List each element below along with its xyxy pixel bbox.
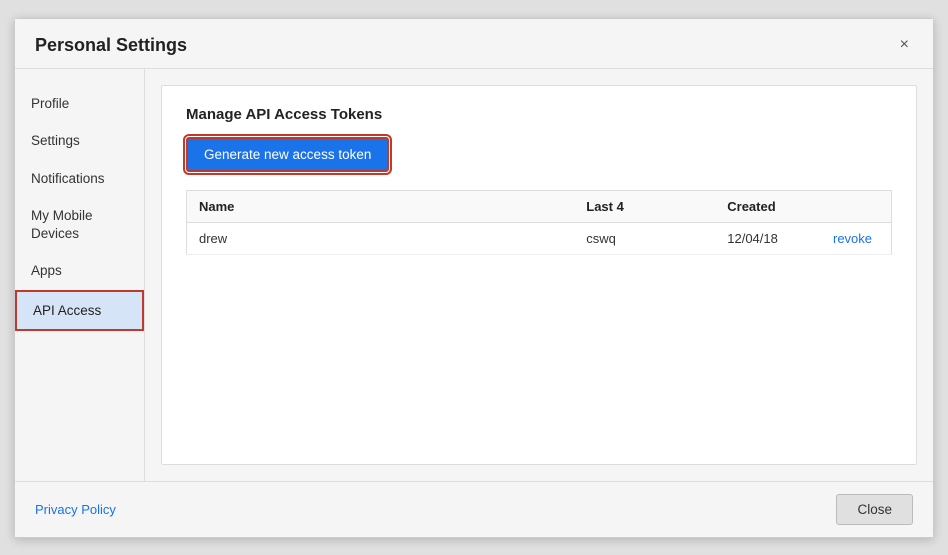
- token-created: 12/04/18: [715, 222, 821, 254]
- revoke-link[interactable]: revoke: [833, 231, 872, 246]
- col-header-action: [821, 190, 892, 222]
- col-header-last4: Last 4: [574, 190, 715, 222]
- modal-overlay: Personal Settings × Profile Settings Not…: [0, 0, 948, 555]
- sidebar-item-api-access[interactable]: API Access: [15, 290, 144, 332]
- sidebar-item-apps[interactable]: Apps: [15, 252, 144, 290]
- main-content: Manage API Access Tokens Generate new ac…: [161, 85, 917, 465]
- col-header-created: Created: [715, 190, 821, 222]
- token-last4: cswq: [574, 222, 715, 254]
- sidebar-item-my-mobile-devices[interactable]: My Mobile Devices: [15, 197, 144, 252]
- modal: Personal Settings × Profile Settings Not…: [14, 18, 934, 538]
- sidebar-item-settings[interactable]: Settings: [15, 122, 144, 160]
- privacy-policy-link[interactable]: Privacy Policy: [35, 502, 116, 517]
- sidebar: Profile Settings Notifications My Mobile…: [15, 69, 145, 481]
- modal-header: Personal Settings ×: [15, 19, 933, 69]
- close-button[interactable]: Close: [836, 494, 913, 525]
- close-x-button[interactable]: ×: [896, 35, 913, 55]
- sidebar-item-profile[interactable]: Profile: [15, 85, 144, 123]
- token-action: revoke: [821, 222, 892, 254]
- modal-body: Profile Settings Notifications My Mobile…: [15, 69, 933, 481]
- table-row: drew cswq 12/04/18 revoke: [187, 222, 892, 254]
- section-title: Manage API Access Tokens: [186, 106, 892, 123]
- token-table: Name Last 4 Created drew cswq 12/04/18 r…: [186, 190, 892, 255]
- modal-title: Personal Settings: [35, 35, 187, 56]
- token-name: drew: [187, 222, 575, 254]
- sidebar-item-notifications[interactable]: Notifications: [15, 160, 144, 198]
- col-header-name: Name: [187, 190, 575, 222]
- generate-token-button[interactable]: Generate new access token: [186, 137, 389, 172]
- modal-footer: Privacy Policy Close: [15, 481, 933, 537]
